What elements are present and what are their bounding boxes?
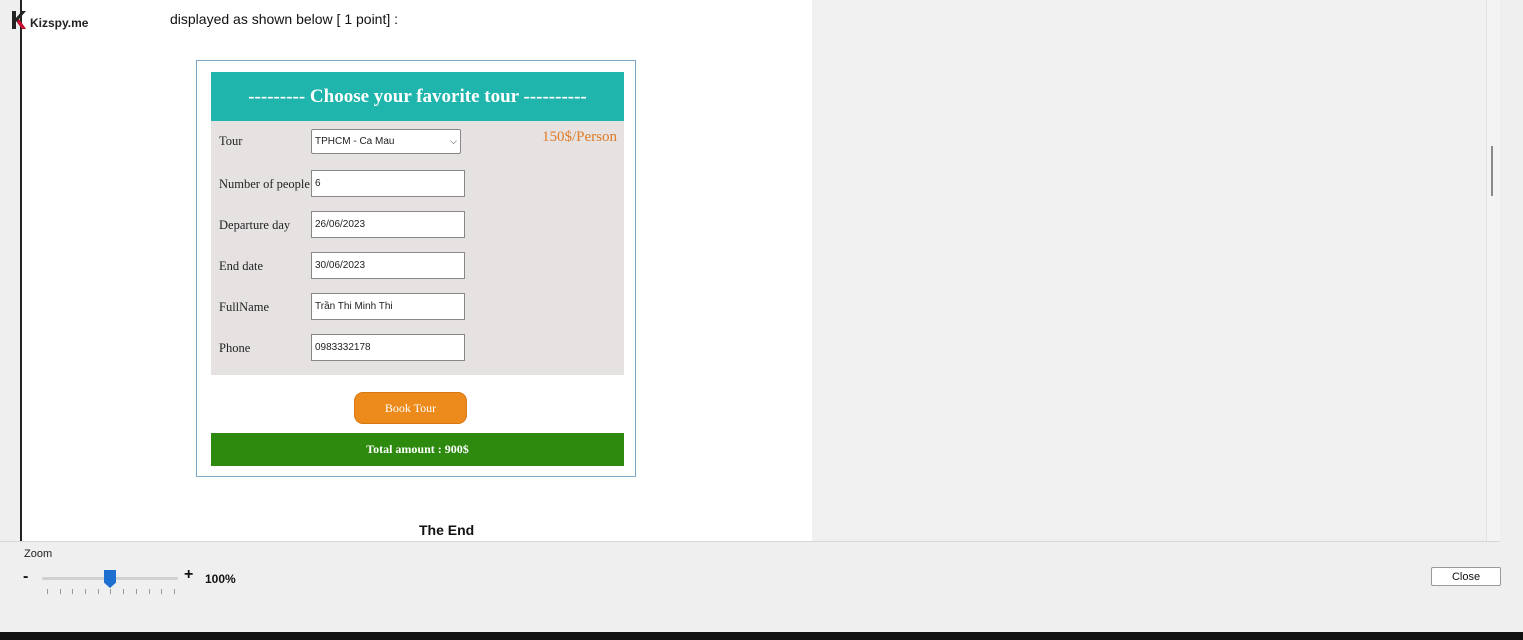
zoom-out-button[interactable]: - xyxy=(23,568,28,586)
end-text: The End xyxy=(419,522,475,538)
logo-text: Kizspy.me xyxy=(30,16,89,30)
end-date-label: End date xyxy=(219,259,264,273)
vertical-scrollbar[interactable] xyxy=(1486,0,1501,542)
total-amount: Total amount : 900$ xyxy=(211,433,624,466)
brand-logo: Kizspy.me xyxy=(10,8,88,32)
end-date-input[interactable]: 30/06/2023 xyxy=(311,252,465,279)
people-label: Number of people xyxy=(219,177,310,191)
tour-select-value: TPHCM - Ca Mau xyxy=(315,136,395,147)
departure-input[interactable]: 26/06/2023 xyxy=(311,211,465,238)
right-edge xyxy=(1500,0,1523,640)
chevron-down-icon: ⌵ xyxy=(450,136,457,146)
zoom-value: 100% xyxy=(205,572,236,586)
tour-select[interactable]: TPHCM - Ca Mau ⌵ xyxy=(311,129,461,154)
phone-label: Phone xyxy=(219,341,251,355)
zoom-slider-ticks xyxy=(47,589,175,595)
phone-input[interactable]: 0983332178 xyxy=(311,334,465,361)
tour-label: Tour xyxy=(219,134,243,148)
zoom-label: Zoom xyxy=(24,548,53,560)
form-title: --------- Choose your favorite tour ----… xyxy=(211,72,624,121)
bottom-edge xyxy=(0,632,1523,640)
departure-label: Departure day xyxy=(219,218,291,232)
viewer-background xyxy=(812,0,1486,542)
left-frame xyxy=(0,0,22,542)
price-text: 150$/Person xyxy=(542,129,617,145)
vertical-scrollbar-thumb[interactable] xyxy=(1491,146,1493,196)
zoom-in-button[interactable]: + xyxy=(184,566,193,584)
divider xyxy=(0,541,1500,542)
book-tour-button[interactable]: Book Tour xyxy=(354,392,467,424)
fullname-label: FullName xyxy=(219,300,269,314)
close-button[interactable]: Close xyxy=(1431,567,1501,586)
people-input[interactable]: 6 xyxy=(311,170,465,197)
tour-form-frame: --------- Choose your favorite tour ----… xyxy=(196,60,636,477)
intro-text: displayed as shown below [ 1 point] : xyxy=(170,11,399,27)
k-logo-icon xyxy=(12,11,26,29)
zoom-slider-thumb[interactable] xyxy=(104,570,116,588)
fullname-input[interactable]: Trần Thi Minh Thi xyxy=(311,293,465,320)
form-body: 150$/Person Tour TPHCM - Ca Mau ⌵ Number… xyxy=(211,121,624,375)
